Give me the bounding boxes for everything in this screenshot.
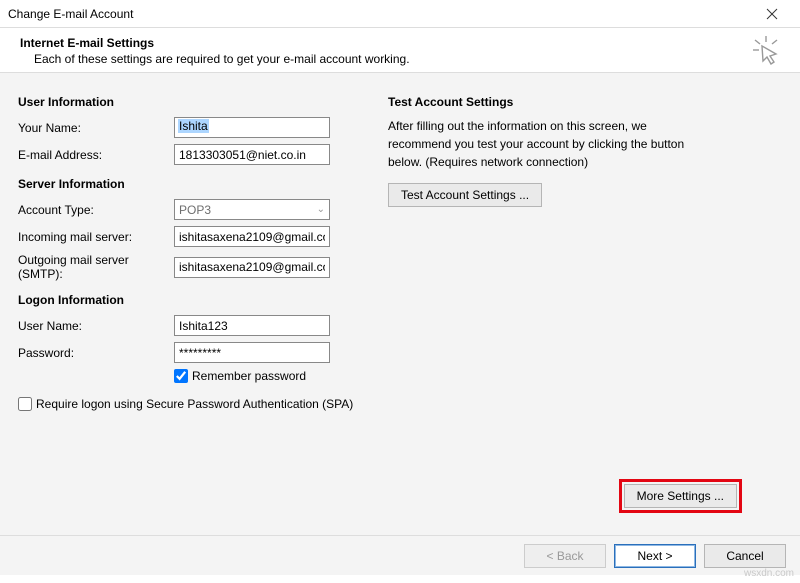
close-icon xyxy=(766,8,778,20)
left-column: User Information Your Name: Ishita E-mai… xyxy=(18,95,358,525)
spa-checkbox[interactable] xyxy=(18,397,32,411)
password-label: Password: xyxy=(18,346,174,360)
more-settings-highlight: More Settings ... xyxy=(619,479,742,513)
close-button[interactable] xyxy=(752,0,792,27)
watermark: wsxdn.com xyxy=(744,568,794,579)
email-input[interactable] xyxy=(174,144,330,165)
spa-label: Require logon using Secure Password Auth… xyxy=(36,397,353,411)
account-type-value: POP3 xyxy=(179,203,211,217)
server-info-heading: Server Information xyxy=(18,177,358,191)
remember-password-label: Remember password xyxy=(192,369,306,383)
outgoing-server-input[interactable] xyxy=(174,257,330,278)
username-input[interactable] xyxy=(174,315,330,336)
header-subtitle: Each of these settings are required to g… xyxy=(20,52,750,66)
username-label: User Name: xyxy=(18,319,174,333)
right-column: Test Account Settings After filling out … xyxy=(388,95,782,525)
incoming-server-label: Incoming mail server: xyxy=(18,230,174,244)
more-settings-button[interactable]: More Settings ... xyxy=(624,484,737,508)
test-account-button[interactable]: Test Account Settings ... xyxy=(388,183,542,207)
chevron-down-icon: ⌄ xyxy=(317,204,325,215)
outgoing-server-label: Outgoing mail server (SMTP): xyxy=(18,253,174,281)
back-button: < Back xyxy=(524,544,606,568)
your-name-input[interactable] xyxy=(174,117,330,138)
cancel-button[interactable]: Cancel xyxy=(704,544,786,568)
account-type-label: Account Type: xyxy=(18,203,174,217)
content-area: User Information Your Name: Ishita E-mai… xyxy=(0,73,800,535)
remember-password-checkbox[interactable] xyxy=(174,369,188,383)
password-input[interactable] xyxy=(174,342,330,363)
test-settings-text: After filling out the information on thi… xyxy=(388,117,688,171)
header-title: Internet E-mail Settings xyxy=(20,36,750,50)
email-label: E-mail Address: xyxy=(18,148,174,162)
logon-info-heading: Logon Information xyxy=(18,293,358,307)
window-title: Change E-mail Account xyxy=(8,7,752,21)
your-name-label: Your Name: xyxy=(18,121,174,135)
test-settings-heading: Test Account Settings xyxy=(388,95,782,109)
cursor-click-icon xyxy=(750,34,782,66)
user-info-heading: User Information xyxy=(18,95,358,109)
header: Internet E-mail Settings Each of these s… xyxy=(0,28,800,73)
incoming-server-input[interactable] xyxy=(174,226,330,247)
next-button[interactable]: Next > xyxy=(614,544,696,568)
account-type-select: POP3 ⌄ xyxy=(174,199,330,220)
titlebar: Change E-mail Account xyxy=(0,0,800,28)
footer: < Back Next > Cancel xyxy=(0,535,800,575)
